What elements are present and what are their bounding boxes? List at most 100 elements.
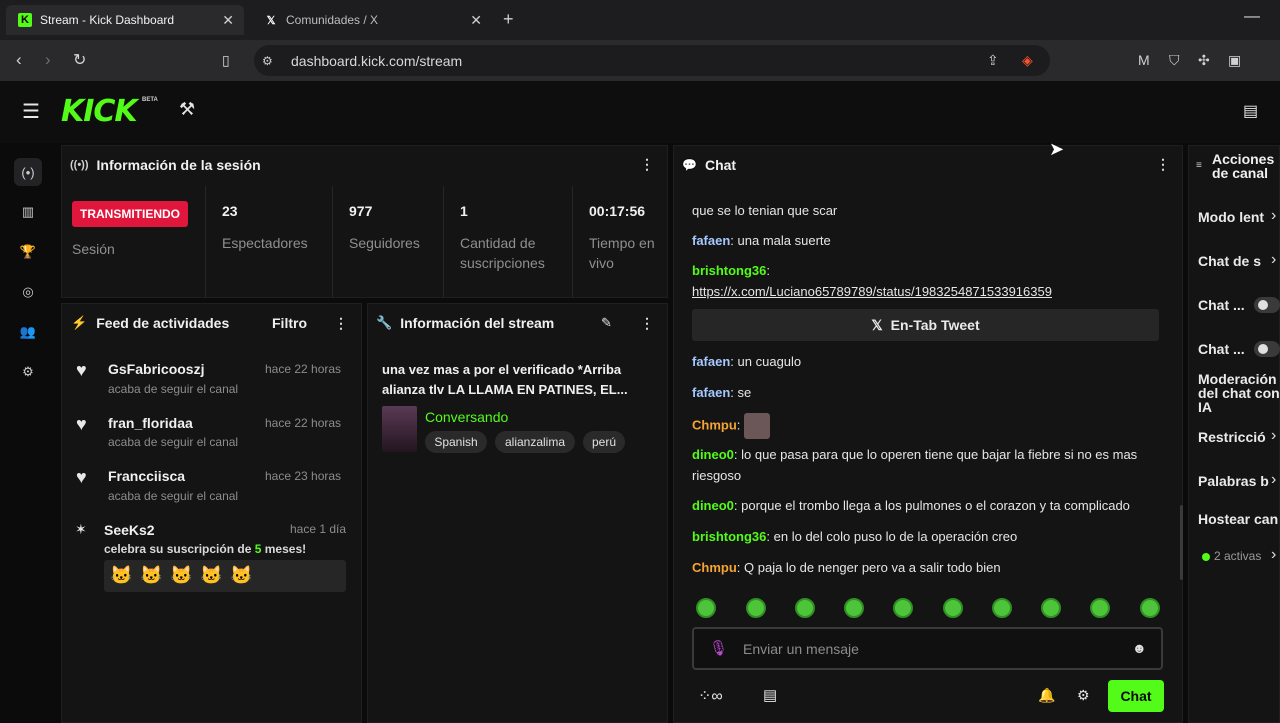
minimize-icon[interactable]: — xyxy=(1244,8,1260,26)
menu-icon[interactable]: ☰ xyxy=(22,99,40,124)
sidebar-trophy-icon[interactable]: 🏆 xyxy=(14,238,42,266)
ai-moderation-item[interactable]: Moderación del chat con IA xyxy=(1198,372,1280,414)
chat-input-placeholder[interactable]: Enviar un mensaje xyxy=(743,641,859,657)
sidebar-users-icon[interactable]: 👥 xyxy=(14,318,42,346)
emote-icon[interactable] xyxy=(746,598,766,618)
more-icon[interactable]: ⋮ xyxy=(334,315,348,332)
x-icon: 𝕏 xyxy=(266,14,276,27)
emote-icon xyxy=(744,413,771,439)
blocked-words-item[interactable]: Palabras b xyxy=(1198,474,1269,488)
emote-icon[interactable] xyxy=(1041,598,1061,618)
bolt-icon: ⚡ xyxy=(71,315,88,330)
close-icon[interactable]: ✕ xyxy=(222,12,234,29)
emote-icon[interactable] xyxy=(795,598,815,618)
emote-icon[interactable] xyxy=(696,598,716,618)
close-icon[interactable]: ✕ xyxy=(470,12,482,29)
chevron-right-icon[interactable]: › xyxy=(1271,471,1276,489)
feed-item-name[interactable]: fran_floridaa xyxy=(108,415,193,431)
emote-icon[interactable] xyxy=(992,598,1012,618)
sidebar-stream-icon[interactable]: (•) xyxy=(14,158,42,186)
feed-item-time: hace 22 horas xyxy=(265,362,342,376)
sub-time: hace 1 día xyxy=(290,522,347,536)
active-count: 2 activas xyxy=(1214,549,1262,563)
share-icon[interactable]: ⇪ xyxy=(987,52,999,69)
chevron-right-icon[interactable]: › xyxy=(1271,251,1276,269)
tab-kick-dashboard[interactable]: K Stream - Kick Dashboard ✕ xyxy=(6,5,244,35)
chat-link[interactable]: https://x.com/Luciano65789789/status/198… xyxy=(692,281,1167,302)
followers-label: Seguidores xyxy=(349,235,420,251)
emote-icon[interactable] xyxy=(943,598,963,618)
session-label: Sesión xyxy=(72,241,115,257)
chat-message: fafaen: un cuagulo xyxy=(692,354,802,369)
chevron-right-icon[interactable]: › xyxy=(1271,546,1276,564)
emoji-picker-icon[interactable]: ☻ xyxy=(1132,640,1147,656)
more-icon[interactable]: ⋮ xyxy=(1156,156,1170,173)
tab-title: Comunidades / X xyxy=(286,13,379,27)
toggle-switch[interactable] xyxy=(1254,297,1280,313)
heart-icon: ♥ xyxy=(76,467,87,487)
kick-logo[interactable]: KICK xyxy=(61,94,138,129)
sidebar-analytics-icon[interactable]: ▥ xyxy=(14,198,42,226)
brave-shield-icon[interactable]: ◈ xyxy=(1022,52,1033,69)
kicks-icon[interactable]: ⁘∞ xyxy=(698,686,723,706)
emote-icon[interactable] xyxy=(893,598,913,618)
emote-icon[interactable] xyxy=(1140,598,1160,618)
chevron-right-icon[interactable]: › xyxy=(1271,427,1276,445)
more-icon[interactable]: ⋮ xyxy=(640,315,654,332)
sub-user-name[interactable]: SeeKs2 xyxy=(104,522,155,538)
category-link[interactable]: Conversando xyxy=(425,409,508,425)
shield-icon[interactable]: ⛉ xyxy=(1169,52,1180,69)
microphone-icon[interactable]: 🎙 xyxy=(709,639,728,657)
filter-button[interactable]: Filtro xyxy=(272,315,307,331)
toggle-switch[interactable] xyxy=(1254,341,1280,357)
chat-followers-item[interactable]: Chat de s xyxy=(1198,254,1261,268)
new-tab-icon[interactable]: + xyxy=(503,9,514,30)
emote-icon[interactable] xyxy=(844,598,864,618)
session-title: Información de la sesión xyxy=(96,157,261,173)
feed-item-name[interactable]: GsFabricooszj xyxy=(108,361,204,377)
chat-message: Chmpu: xyxy=(692,413,1167,439)
chat-message: brishtong36: xyxy=(692,263,771,278)
forward-icon[interactable]: › xyxy=(45,50,51,70)
category-thumbnail[interactable] xyxy=(382,406,417,452)
chevron-right-icon[interactable]: › xyxy=(1271,207,1276,225)
puzzle-icon[interactable]: ✣ xyxy=(1198,52,1210,69)
more-icon[interactable]: ⋮ xyxy=(640,156,654,173)
site-info-icon[interactable]: ⚙ xyxy=(262,54,273,68)
back-icon[interactable]: ‹ xyxy=(16,50,22,70)
tweet-embed-button[interactable]: 𝕏 En-Tab Tweet xyxy=(692,309,1159,341)
extension-m-icon[interactable]: M xyxy=(1138,52,1150,68)
stream-info-header: 🔧 Información del stream xyxy=(368,304,667,342)
tag-chip[interactable]: alianzalima xyxy=(495,431,575,453)
reload-icon[interactable]: ↻ xyxy=(73,50,86,70)
store-icon[interactable]: ▤ xyxy=(1243,101,1258,121)
chat-toggle-item: Chat ... xyxy=(1198,297,1245,313)
stream-info-title: Información del stream xyxy=(400,315,555,331)
tab-comunidades-x[interactable]: 𝕏 Comunidades / X ✕ xyxy=(252,5,492,35)
restrictions-item[interactable]: Restricció xyxy=(1198,430,1266,444)
tag-chip[interactable]: Spanish xyxy=(425,431,487,453)
chat-send-button[interactable]: Chat xyxy=(1108,680,1164,712)
slow-mode-item[interactable]: Modo lent xyxy=(1198,210,1264,224)
sidebar-settings-icon[interactable]: ⚙ xyxy=(14,358,42,386)
feed-item-name[interactable]: Francciisca xyxy=(108,468,185,484)
bookmark-icon[interactable]: ▯ xyxy=(222,52,230,69)
store-icon[interactable]: ▤ xyxy=(763,686,777,704)
wallet-icon[interactable]: ▣ xyxy=(1228,52,1241,69)
kick-icon: K xyxy=(18,13,32,27)
heart-icon: ♥ xyxy=(76,360,87,380)
gear-icon[interactable]: ⚙ xyxy=(1077,687,1090,704)
tag-chip[interactable]: perú xyxy=(583,431,625,453)
feed-item-time: hace 22 horas xyxy=(265,416,342,430)
chat-message: dineo0: porque el trombo llega a los pul… xyxy=(692,498,1130,513)
chat-scrollbar[interactable] xyxy=(1180,505,1183,580)
host-channel-item[interactable]: Hostear can xyxy=(1198,512,1278,526)
url-text[interactable]: dashboard.kick.com/stream xyxy=(291,53,462,69)
sidebar-camera-icon[interactable]: ◎ xyxy=(14,278,42,306)
viewers-label: Espectadores xyxy=(222,235,308,251)
edit-icon[interactable]: ✎ xyxy=(601,315,612,331)
emote-icon[interactable] xyxy=(1090,598,1110,618)
bell-icon[interactable]: 🔔 xyxy=(1038,687,1055,704)
emote-icon: 🐱 xyxy=(110,565,133,585)
hammer-icon[interactable]: ⚒ xyxy=(179,99,195,120)
